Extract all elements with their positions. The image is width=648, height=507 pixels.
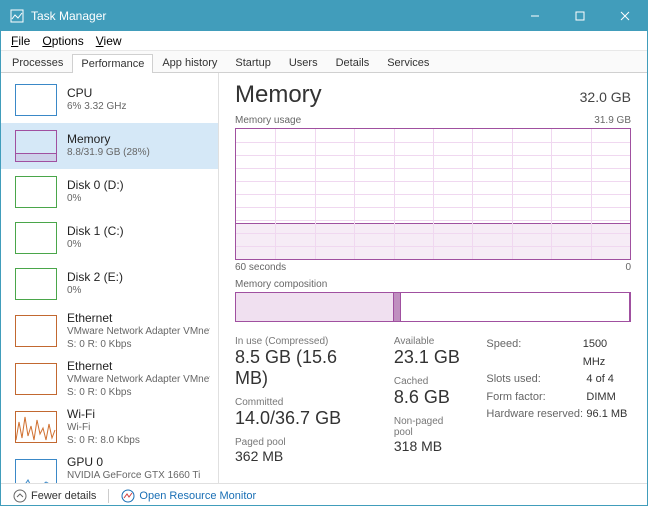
open-resmon-link[interactable]: Open Resource Monitor <box>117 487 260 505</box>
tab-services[interactable]: Services <box>378 53 438 72</box>
minimize-button[interactable] <box>512 1 557 31</box>
app-icon <box>9 8 25 24</box>
chevron-up-icon <box>13 489 27 503</box>
composition-bar <box>235 292 631 322</box>
spec-row: Slots used:4 of 4 <box>486 371 631 389</box>
window-controls <box>512 1 647 31</box>
resmon-icon <box>121 489 135 503</box>
sidebar-item-ethernet[interactable]: EthernetVMware Network Adapter VMnet8S: … <box>1 355 218 403</box>
menu-file[interactable]: File <box>5 32 36 50</box>
menu-view[interactable]: View <box>90 32 128 50</box>
tab-startup[interactable]: Startup <box>226 53 279 72</box>
spec-column: Speed:1500 MHzSlots used:4 of 4Form fact… <box>486 336 631 472</box>
usage-graph <box>235 128 631 260</box>
menubar: File Options View <box>1 31 647 51</box>
fewer-details-button[interactable]: Fewer details <box>9 487 100 505</box>
window-title: Task Manager <box>31 9 512 23</box>
sidebar-item-cpu[interactable]: CPU6% 3.32 GHz <box>1 77 218 123</box>
tab-app-history[interactable]: App history <box>153 53 226 72</box>
sidebar-item-disk-2-e-[interactable]: Disk 2 (E:)0% <box>1 261 218 307</box>
inuse-label: In use (Compressed) <box>235 336 370 347</box>
memory-total: 32.0 GB <box>580 89 631 105</box>
time-left: 60 seconds <box>235 262 286 273</box>
tabstrip: ProcessesPerformanceApp historyStartupUs… <box>1 51 647 73</box>
footer-separator <box>108 489 109 503</box>
inuse-value: 8.5 GB (15.6 MB) <box>235 347 370 389</box>
sidebar-item-disk-1-c-[interactable]: Disk 1 (C:)0% <box>1 215 218 261</box>
cached-label: Cached <box>394 376 463 387</box>
spec-row: Speed:1500 MHz <box>486 336 631 371</box>
committed-value: 14.0/36.7 GB <box>235 408 370 429</box>
tab-details[interactable]: Details <box>327 53 379 72</box>
nonpaged-value: 318 MB <box>394 438 463 454</box>
tab-performance[interactable]: Performance <box>72 54 153 73</box>
composition-label: Memory composition <box>235 279 327 290</box>
nonpaged-label: Non-paged pool <box>394 416 463 438</box>
sidebar-item-memory[interactable]: Memory8.8/31.9 GB (28%) <box>1 123 218 169</box>
available-value: 23.1 GB <box>394 347 463 368</box>
sidebar-item-wi-fi[interactable]: Wi-FiWi-FiS: 0 R: 8.0 Kbps <box>1 403 218 451</box>
sidebar-item-disk-0-d-[interactable]: Disk 0 (D:)0% <box>1 169 218 215</box>
stats: In use (Compressed) 8.5 GB (15.6 MB) Com… <box>235 336 631 472</box>
spec-row: Form factor:DIMM <box>486 389 631 407</box>
content: CPU6% 3.32 GHzMemory8.8/31.9 GB (28%)Dis… <box>1 73 647 483</box>
available-label: Available <box>394 336 463 347</box>
sidebar-item-ethernet[interactable]: EthernetVMware Network Adapter VMnet1S: … <box>1 307 218 355</box>
tab-users[interactable]: Users <box>280 53 327 72</box>
menu-options[interactable]: Options <box>36 32 89 50</box>
titlebar: Task Manager <box>1 1 647 31</box>
usage-label: Memory usage <box>235 115 301 126</box>
tab-processes[interactable]: Processes <box>3 53 72 72</box>
main-panel: Memory 32.0 GB Memory usage 31.9 GB 60 s… <box>219 73 647 483</box>
maximize-button[interactable] <box>557 1 602 31</box>
paged-label: Paged pool <box>235 437 370 448</box>
close-button[interactable] <box>602 1 647 31</box>
sidebar: CPU6% 3.32 GHzMemory8.8/31.9 GB (28%)Dis… <box>1 73 219 483</box>
committed-label: Committed <box>235 397 370 408</box>
paged-value: 362 MB <box>235 448 370 464</box>
footer: Fewer details Open Resource Monitor <box>1 483 647 507</box>
usage-max: 31.9 GB <box>594 115 631 126</box>
spec-row: Hardware reserved:96.1 MB <box>486 406 631 424</box>
time-right: 0 <box>625 262 631 273</box>
sidebar-item-gpu-0[interactable]: GPU 0NVIDIA GeForce GTX 1660 Ti1% <box>1 451 218 483</box>
cached-value: 8.6 GB <box>394 387 463 408</box>
page-title: Memory <box>235 81 322 109</box>
